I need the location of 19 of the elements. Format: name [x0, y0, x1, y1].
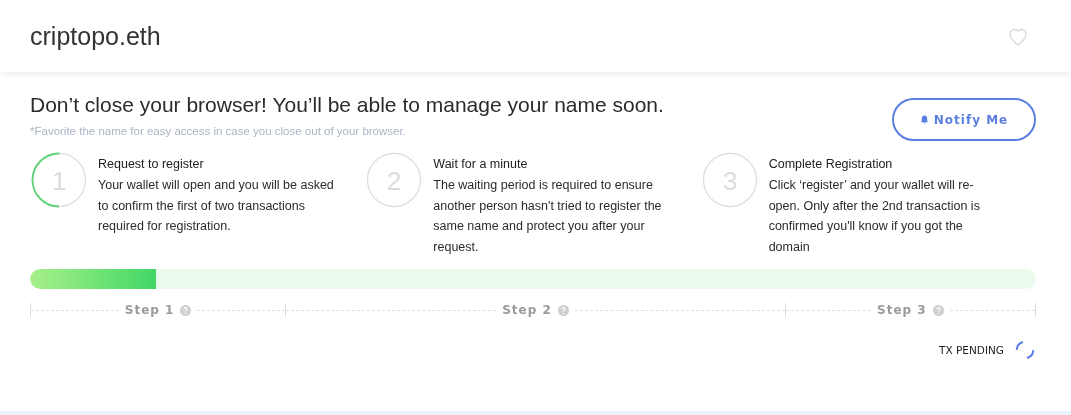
help-icon[interactable] — [180, 304, 192, 316]
notify-button[interactable]: Notify Me — [892, 98, 1036, 141]
step-label: Step 2 — [502, 303, 552, 317]
help-icon[interactable] — [557, 304, 569, 316]
step-description: Click ‘register’ and your wallet will re-open. Only after the 2nd transaction is confirmed you'll know if you got the domain — [768, 177, 981, 256]
step-label: Step 1 — [124, 303, 175, 317]
step-description: The waiting period is required to ensure another person hasn't tried to register the same name and protect you after your request. — [433, 177, 663, 256]
domain-title: criptopo.eth — [30, 21, 161, 51]
status-label: TX PENDING — [939, 344, 1004, 356]
step-title: Complete Registration — [768, 157, 894, 171]
step-title: Request to register — [98, 157, 205, 171]
notice-heading: Don’t close your browser! You’ll be able to manage your name soon. — [30, 93, 664, 117]
help-icon[interactable] — [932, 304, 944, 316]
notice-hint: *Favorite the name for easy access in case you close out of your browser. — [30, 125, 407, 137]
spinner-icon — [1014, 339, 1036, 361]
step-description: Your wallet will open and you will be asked to confirm the first of two transactions required for registration. — [98, 177, 334, 235]
bell-icon — [919, 115, 929, 124]
step-title: Wait for a minute — [433, 157, 529, 171]
step-label: Step 3 — [877, 303, 927, 317]
